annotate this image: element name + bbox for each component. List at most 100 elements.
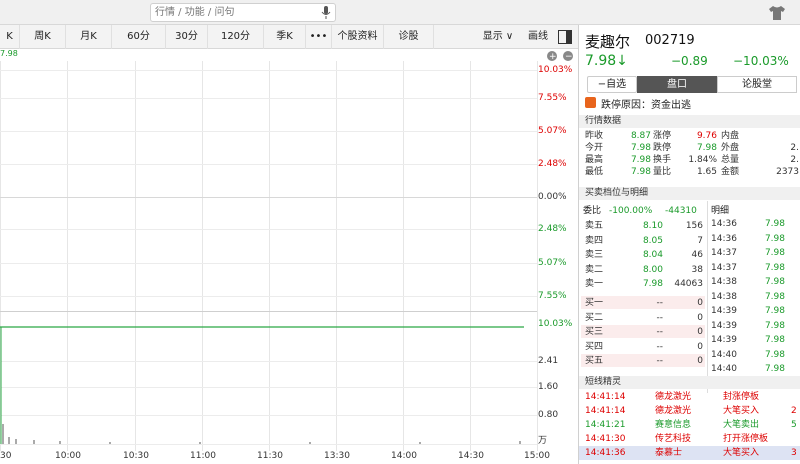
short-event[interactable]: 大笔买入 bbox=[723, 447, 759, 459]
flame-icon bbox=[585, 97, 596, 108]
quote-label: 内盘 bbox=[721, 131, 740, 141]
ask-price: 8.04 bbox=[642, 250, 663, 260]
tab-month-k[interactable]: 月K bbox=[66, 25, 112, 49]
tick-time: 14:36 bbox=[711, 219, 737, 229]
short-time[interactable]: 14:41:14 bbox=[585, 405, 625, 417]
quote-value: 7.98 bbox=[630, 167, 651, 177]
tick-price: 7.98 bbox=[764, 349, 785, 360]
quote-label: 最低 bbox=[585, 167, 604, 177]
time-axis-label: 14:00 bbox=[391, 451, 417, 461]
more-button[interactable]: ••• bbox=[306, 25, 332, 49]
short-extra[interactable]: 2 bbox=[791, 405, 797, 417]
tab-120min[interactable]: 120分 bbox=[208, 25, 264, 49]
ask-price: 8.10 bbox=[642, 221, 663, 231]
short-stock-name[interactable]: 德龙激光 bbox=[655, 391, 691, 403]
axis-pct-label: 7.55% bbox=[538, 93, 567, 103]
short-event[interactable]: 大笔买入 bbox=[723, 405, 759, 417]
svg-text:+: + bbox=[549, 52, 557, 62]
quote-label: 换手 bbox=[653, 155, 672, 165]
short-time[interactable]: 14:41:21 bbox=[585, 419, 625, 431]
quote-value bbox=[743, 130, 799, 142]
short-stock-name[interactable]: 传艺科技 bbox=[655, 433, 691, 445]
short-event[interactable]: 封涨停板 bbox=[723, 391, 759, 403]
time-axis-label: 11:30 bbox=[257, 451, 283, 461]
divider bbox=[707, 201, 708, 393]
short-event[interactable]: 大笔卖出 bbox=[723, 419, 759, 431]
stock-detail-panel: 麦趣尔 002719 7.98↓ −0.89 −10.03% −自选 盘口 论股… bbox=[578, 25, 800, 464]
tab-quarter-k[interactable]: 季K bbox=[264, 25, 306, 49]
search-input[interactable] bbox=[151, 4, 311, 21]
watchlist-button[interactable]: −自选 bbox=[587, 76, 637, 93]
quote-label: 量比 bbox=[653, 167, 672, 177]
volume-axis-label: 2.41 bbox=[538, 356, 559, 366]
tab-30min[interactable]: 30分 bbox=[166, 25, 208, 49]
quote-data-header: 行情数据 bbox=[579, 115, 800, 128]
tab-diagnosis[interactable]: 诊股 bbox=[384, 25, 434, 49]
ask-label: 卖二 bbox=[585, 264, 604, 275]
tab-week-k[interactable]: 周K bbox=[20, 25, 66, 49]
display-dropdown[interactable]: 显示 ∨ bbox=[474, 25, 522, 49]
order-book-header: 买卖档位与明细 bbox=[579, 187, 800, 200]
time-axis-label: 30 bbox=[0, 451, 12, 461]
short-stock-name[interactable]: 泰慕士 bbox=[655, 447, 682, 459]
stock-name: 麦趣尔 bbox=[585, 33, 631, 51]
microphone-icon[interactable] bbox=[321, 6, 331, 19]
volume-axis-label: 0.80 bbox=[538, 410, 559, 420]
tick-price: 7.98 bbox=[764, 291, 785, 302]
short-extra[interactable]: 3 bbox=[791, 447, 797, 459]
short-stock-name[interactable]: 赛意信息 bbox=[655, 419, 691, 431]
intraday-chart[interactable]: + − 7.98 10.03% 7.55% 5.07% 2.48% 0.00% … bbox=[0, 49, 578, 464]
tab-k[interactable]: K bbox=[0, 25, 20, 49]
quote-value: 2. bbox=[790, 155, 799, 165]
quote-value: 7.98 bbox=[696, 143, 717, 153]
ask-label: 卖一 bbox=[585, 279, 604, 289]
skin-icon[interactable] bbox=[768, 5, 786, 21]
tick-price: 7.98 bbox=[764, 306, 785, 316]
axis-pct-label: 0.00% bbox=[538, 192, 567, 202]
bid-price: -- bbox=[656, 298, 664, 308]
bid-label: 买一 bbox=[585, 298, 604, 308]
quote-label: 今开 bbox=[585, 143, 604, 153]
short-extra[interactable]: 5 bbox=[791, 419, 797, 431]
time-axis-label: 10:00 bbox=[55, 451, 81, 461]
quote-value: 9.76 bbox=[696, 131, 717, 141]
quote-label: 昨收 bbox=[585, 131, 604, 141]
short-stock-name[interactable]: 德龙激光 bbox=[655, 405, 691, 417]
short-time[interactable]: 14:41:30 bbox=[585, 433, 625, 445]
bid-volume: 0 bbox=[697, 327, 703, 337]
top-bar bbox=[0, 0, 800, 25]
ask-volume: 156 bbox=[685, 221, 703, 231]
quote-label: 涨停 bbox=[653, 131, 672, 141]
search-box[interactable] bbox=[150, 3, 336, 22]
ask-label: 卖三 bbox=[585, 250, 604, 260]
panel-toggle-icon[interactable] bbox=[558, 30, 572, 44]
order-book-tab[interactable]: 盘口 bbox=[637, 76, 717, 93]
bid-volume: 0 bbox=[697, 356, 703, 366]
tick-detail-title: 明细 bbox=[711, 206, 730, 216]
tick-time: 14:39 bbox=[711, 320, 737, 331]
quote-value: 2373 bbox=[776, 167, 799, 177]
short-event[interactable]: 打开涨停板 bbox=[723, 433, 768, 445]
current-price-label: 7.98 bbox=[0, 49, 18, 58]
draw-line-button[interactable]: 画线 bbox=[522, 25, 554, 49]
forum-tab[interactable]: 论股堂 bbox=[717, 76, 797, 93]
quote-value: 1.84% bbox=[688, 155, 717, 165]
axis-pct-label: 5.07% bbox=[538, 258, 567, 268]
bid-volume: 0 bbox=[697, 298, 703, 308]
quote-label: 外盘 bbox=[721, 143, 740, 153]
tab-60min[interactable]: 60分 bbox=[112, 25, 166, 49]
tick-time: 14:39 bbox=[711, 306, 737, 316]
tick-time: 14:39 bbox=[711, 335, 737, 345]
tick-price: 7.98 bbox=[764, 233, 785, 244]
ask-price: 7.98 bbox=[642, 279, 663, 289]
tab-profile[interactable]: 个股资料 bbox=[332, 25, 384, 49]
svg-text:−: − bbox=[565, 52, 573, 62]
quote-label: 总量 bbox=[721, 155, 740, 165]
short-time[interactable]: 14:41:14 bbox=[585, 391, 625, 403]
ask-price: 8.05 bbox=[642, 235, 663, 246]
stock-change: −0.89 bbox=[671, 54, 708, 68]
tick-time: 14:38 bbox=[711, 277, 737, 287]
quote-value: 7.98 bbox=[630, 143, 651, 153]
volume-axis-label: 1.60 bbox=[538, 382, 559, 392]
short-time[interactable]: 14:41:36 bbox=[585, 447, 625, 459]
